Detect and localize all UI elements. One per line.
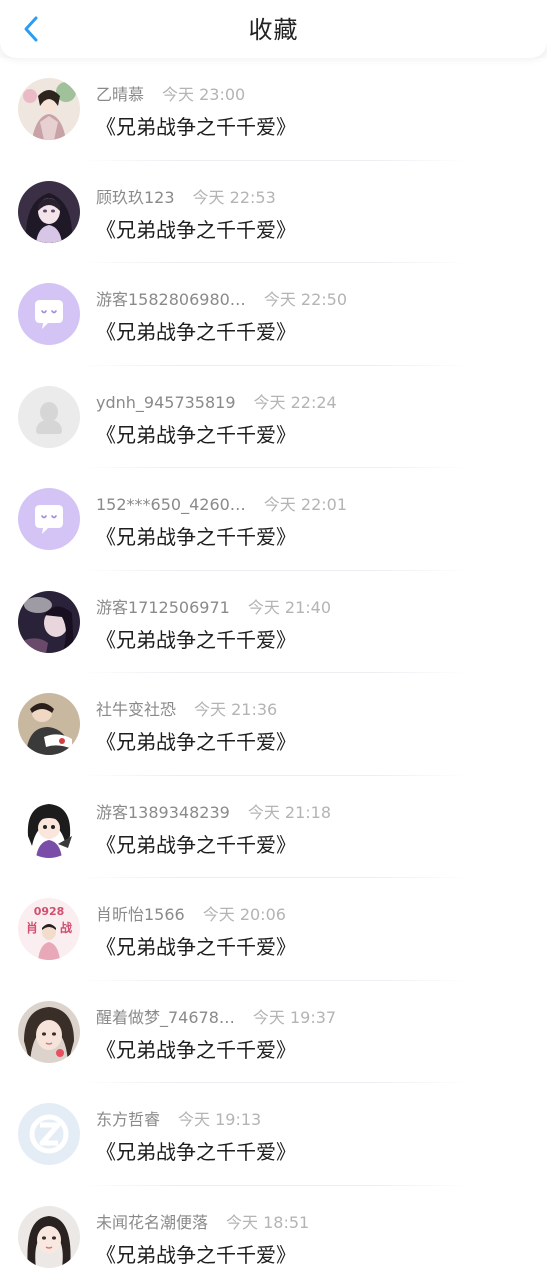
avatar-text: 战	[60, 920, 72, 935]
timestamp: 今天 22:50	[263, 290, 348, 309]
avatar-text: 肖	[26, 920, 38, 935]
list-item[interactable]: 未闻花名潮便落 今天 18:51 《兄弟战争之千千爱》	[0, 1186, 547, 1280]
avatar[interactable]	[18, 795, 80, 858]
avatar[interactable]	[18, 78, 80, 140]
timestamp: 今天 20:06	[202, 905, 286, 924]
avatar[interactable]	[18, 180, 80, 243]
timestamp: 今天 21:40	[247, 597, 332, 617]
avatar[interactable]: 0928 肖 战	[18, 898, 80, 960]
book-title[interactable]: 《兄弟战争之千千爱》	[96, 421, 296, 449]
avatar[interactable]	[18, 385, 80, 448]
username[interactable]: 152***650_4260…	[96, 494, 246, 516]
book-title[interactable]: 《兄弟战争之千千爱》	[96, 626, 296, 654]
list-item[interactable]: 游客1712506971 今天 21:40 《兄弟战争之千千爱》	[0, 571, 547, 673]
username[interactable]: 未闻花名潮便落	[96, 1212, 208, 1234]
book-title[interactable]: 《兄弟战争之千千爱》	[96, 1138, 296, 1166]
username[interactable]: ydnh_945735819	[96, 392, 236, 414]
list-item[interactable]: 游客1389348239 今天 21:18 《兄弟战争之千千爱》	[0, 776, 547, 878]
username[interactable]: 顾玖玖123	[96, 187, 175, 209]
page-title: 收藏	[248, 16, 299, 44]
book-title[interactable]: 《兄弟战争之千千爱》	[96, 1241, 296, 1269]
avatar[interactable]	[18, 283, 80, 345]
book-title[interactable]: 《兄弟战争之千千爱》	[96, 831, 296, 859]
timestamp: 今天 19:13	[178, 1110, 262, 1129]
z-logo-icon	[18, 1103, 80, 1165]
list-item[interactable]: 东方哲睿 今天 19:13 《兄弟战争之千千爱》	[0, 1083, 547, 1186]
book-title[interactable]: 《兄弟战争之千千爱》	[96, 933, 296, 961]
book-title[interactable]: 《兄弟战争之千千爱》	[96, 1036, 296, 1064]
username[interactable]: 游客1712506971	[96, 597, 230, 619]
timestamp: 今天 23:00	[162, 85, 246, 104]
username[interactable]: 游客1582806980…	[96, 289, 246, 311]
book-title[interactable]: 《兄弟战争之千千爱》	[96, 523, 296, 551]
book-title[interactable]: 《兄弟战争之千千爱》	[96, 113, 296, 141]
top-bar: 收藏	[0, 0, 547, 58]
book-title[interactable]: 《兄弟战争之千千爱》	[96, 318, 296, 346]
username[interactable]: 乙晴慕	[96, 84, 144, 106]
list-item[interactable]: 乙晴慕 今天 23:00 《兄弟战争之千千爱》	[0, 58, 547, 161]
default-user-icon	[18, 385, 80, 448]
avatar-text: 0928	[34, 905, 65, 918]
list-item[interactable]: 游客1582806980… 今天 22:50 《兄弟战争之千千爱》	[0, 263, 547, 366]
timestamp: 今天 22:24	[253, 392, 337, 412]
username[interactable]: 东方哲睿	[96, 1109, 160, 1131]
timestamp: 今天 21:36	[194, 700, 278, 719]
avatar[interactable]	[18, 1000, 80, 1063]
chat-bubble-icon	[18, 488, 80, 550]
list-item[interactable]: 0928 肖 战 肖昕怡1566 今天 20:06 《兄弟战争之千千爱》	[0, 878, 547, 981]
username[interactable]: 游客1389348239	[96, 802, 230, 824]
list-item[interactable]: 醒着做梦_74678… 今天 19:37 《兄弟战争之千千爱》	[0, 981, 547, 1083]
book-title[interactable]: 《兄弟战争之千千爱》	[96, 216, 296, 244]
timestamp: 今天 22:01	[263, 495, 347, 514]
chat-bubble-icon	[18, 283, 80, 345]
avatar[interactable]	[18, 693, 80, 755]
timestamp: 今天 21:18	[247, 802, 332, 822]
avatar[interactable]	[18, 1103, 80, 1165]
list-item[interactable]: 152***650_4260… 今天 22:01 《兄弟战争之千千爱》	[0, 468, 547, 571]
avatar[interactable]	[18, 590, 80, 653]
list-item[interactable]: ydnh_945735819 今天 22:24 《兄弟战争之千千爱》	[0, 366, 547, 468]
timestamp: 今天 22:53	[192, 187, 276, 207]
username[interactable]: 社牛变社恐	[96, 699, 176, 721]
avatar[interactable]	[18, 488, 80, 550]
avatar[interactable]	[18, 1205, 80, 1268]
username[interactable]: 醒着做梦_74678…	[96, 1007, 235, 1029]
book-title[interactable]: 《兄弟战争之千千爱》	[96, 728, 296, 756]
list-item[interactable]: 社牛变社恐 今天 21:36 《兄弟战争之千千爱》	[0, 673, 547, 776]
favorites-list: 乙晴慕今天 23:00 《兄弟战争之千千爱》 顾玖玖123 今天 22:53	[0, 58, 547, 1280]
username[interactable]: 肖昕怡1566	[96, 904, 185, 926]
favorites-page: 收藏 乙晴慕 今天 23:00 《兄弟战争之千千爱》 顾玖玖123 今天 22:…	[0, 0, 547, 1280]
timestamp: 今天 18:51	[226, 1212, 310, 1232]
list-item[interactable]: 顾玖玖123 今天 22:53 《兄弟战争之千千爱》	[0, 161, 547, 263]
timestamp: 今天 19:37	[252, 1007, 337, 1027]
